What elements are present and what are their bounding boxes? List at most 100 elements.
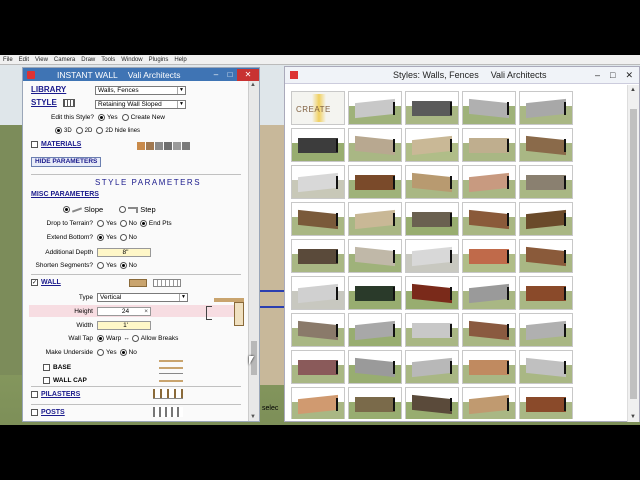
hide-parameters-button[interactable]: HIDE PARAMETERS [31,157,102,167]
style-thumbnail[interactable] [462,350,516,384]
create-new-radio[interactable] [121,114,129,121]
drop-end-pts-radio[interactable] [139,220,147,227]
style-thumbnail[interactable] [291,387,345,419]
extend-no-radio[interactable] [119,234,127,241]
style-thumbnail[interactable] [348,313,402,347]
style-thumbnail[interactable] [519,350,573,384]
posts-checkbox[interactable] [31,409,38,416]
wall-checkbox[interactable]: ✓ [31,279,38,286]
style-thumbnail[interactable] [291,165,345,199]
app-menu-help[interactable]: Help [174,55,186,64]
style-thumbnail[interactable] [405,350,459,384]
scrollbar-thumb[interactable] [630,109,637,399]
style-thumbnail[interactable] [462,202,516,236]
style-thumbnail[interactable] [405,202,459,236]
style-thumbnail[interactable] [462,128,516,162]
material-swatch[interactable] [146,142,154,150]
styles-scrollbar[interactable]: ▲ ▼ [627,85,639,422]
style-thumbnail[interactable] [291,313,345,347]
style-select[interactable]: Retaining Wall Sloped ▼ [95,100,186,109]
style-thumbnail[interactable] [519,128,573,162]
underside-no-radio[interactable] [119,349,127,356]
height-input[interactable]: 24 × [97,307,151,316]
wall-profile-icon[interactable] [153,279,181,287]
app-menu-camera[interactable]: Camera [54,55,75,64]
style-grid-icon[interactable] [62,98,75,107]
underside-yes-radio[interactable] [97,349,104,356]
style-thumbnail[interactable] [462,313,516,347]
style-thumbnail[interactable] [519,313,573,347]
style-thumbnail[interactable] [405,239,459,273]
width-input[interactable]: 1' [97,321,151,330]
scroll-up-icon[interactable]: ▲ [630,87,636,93]
style-thumbnail[interactable] [291,202,345,236]
style-thumbnail[interactable] [348,276,402,310]
type-select[interactable]: Vertical ▼ [97,293,188,302]
view-2d-radio[interactable] [75,127,83,134]
style-thumbnail[interactable] [348,239,402,273]
wall-material-icon[interactable] [129,279,147,287]
step-radio[interactable] [119,206,127,213]
style-thumbnail[interactable] [348,165,402,199]
minimize-icon[interactable]: – [595,70,600,81]
style-thumbnail[interactable] [519,239,573,273]
close-icon[interactable]: ✕ [625,70,633,81]
app-menu-edit[interactable]: Edit [19,55,29,64]
style-thumbnail[interactable] [291,239,345,273]
material-swatch[interactable] [173,142,181,150]
close-icon[interactable]: ✕ [237,68,259,81]
instant-wall-scrollbar[interactable]: ▲ ▼ [248,81,259,421]
drop-yes-radio[interactable] [97,220,104,227]
library-select[interactable]: Walls, Fences ▼ [95,86,186,95]
extend-yes-radio[interactable] [97,234,104,241]
shorten-yes-radio[interactable] [97,262,104,269]
minimize-icon[interactable]: – [209,69,223,81]
view-2d-hide-radio[interactable] [96,127,104,134]
edit-style-yes-radio[interactable] [98,114,105,121]
shorten-no-radio[interactable] [119,262,127,269]
style-thumbnail[interactable] [405,91,459,125]
clear-icon[interactable]: × [144,308,148,316]
app-menu-tools[interactable]: Tools [101,55,115,64]
style-thumbnail[interactable] [348,91,402,125]
create-style-tile[interactable]: CREATE [291,91,345,125]
posts-icon[interactable] [153,407,183,417]
style-thumbnail[interactable] [291,276,345,310]
style-thumbnail[interactable] [405,165,459,199]
material-swatch[interactable] [164,142,172,150]
wall-cap-profile-icon[interactable] [159,373,183,382]
additional-depth-input[interactable]: 8" [97,248,151,257]
style-thumbnail[interactable] [462,91,516,125]
warp-radio[interactable] [97,335,104,342]
scroll-down-icon[interactable]: ▼ [630,414,636,420]
view-3d-radio[interactable] [55,127,62,134]
style-thumbnail[interactable] [405,387,459,419]
slope-radio[interactable] [63,206,70,213]
base-checkbox[interactable] [43,364,50,371]
app-menu-window[interactable]: Window [121,55,142,64]
app-menu-plugins[interactable]: Plugins [149,55,169,64]
app-menu-draw[interactable]: Draw [81,55,95,64]
materials-checkbox[interactable] [31,141,38,148]
style-thumbnail[interactable] [462,276,516,310]
styles-titlebar[interactable]: Styles: Walls, Fences Vali Architects – … [285,67,639,84]
pilasters-checkbox[interactable] [31,391,38,398]
pilasters-icon[interactable] [153,389,183,399]
instant-wall-titlebar[interactable]: INSTANT WALL Vali Architects – □ ✕ [23,68,259,81]
style-thumbnail[interactable] [405,128,459,162]
style-thumbnail[interactable] [519,387,573,419]
style-thumbnail[interactable] [519,165,573,199]
material-swatch[interactable] [155,142,163,150]
style-thumbnail[interactable] [291,350,345,384]
app-menu-file[interactable]: File [3,55,13,64]
drop-no-radio[interactable] [119,220,127,227]
style-thumbnail[interactable] [462,165,516,199]
style-thumbnail[interactable] [348,128,402,162]
style-thumbnail[interactable] [348,202,402,236]
style-thumbnail[interactable] [519,202,573,236]
style-thumbnail[interactable] [291,128,345,162]
wall-cap-checkbox[interactable] [43,377,50,384]
style-thumbnail[interactable] [462,239,516,273]
scroll-up-icon[interactable]: ▲ [250,82,256,88]
material-swatches[interactable] [137,142,190,150]
